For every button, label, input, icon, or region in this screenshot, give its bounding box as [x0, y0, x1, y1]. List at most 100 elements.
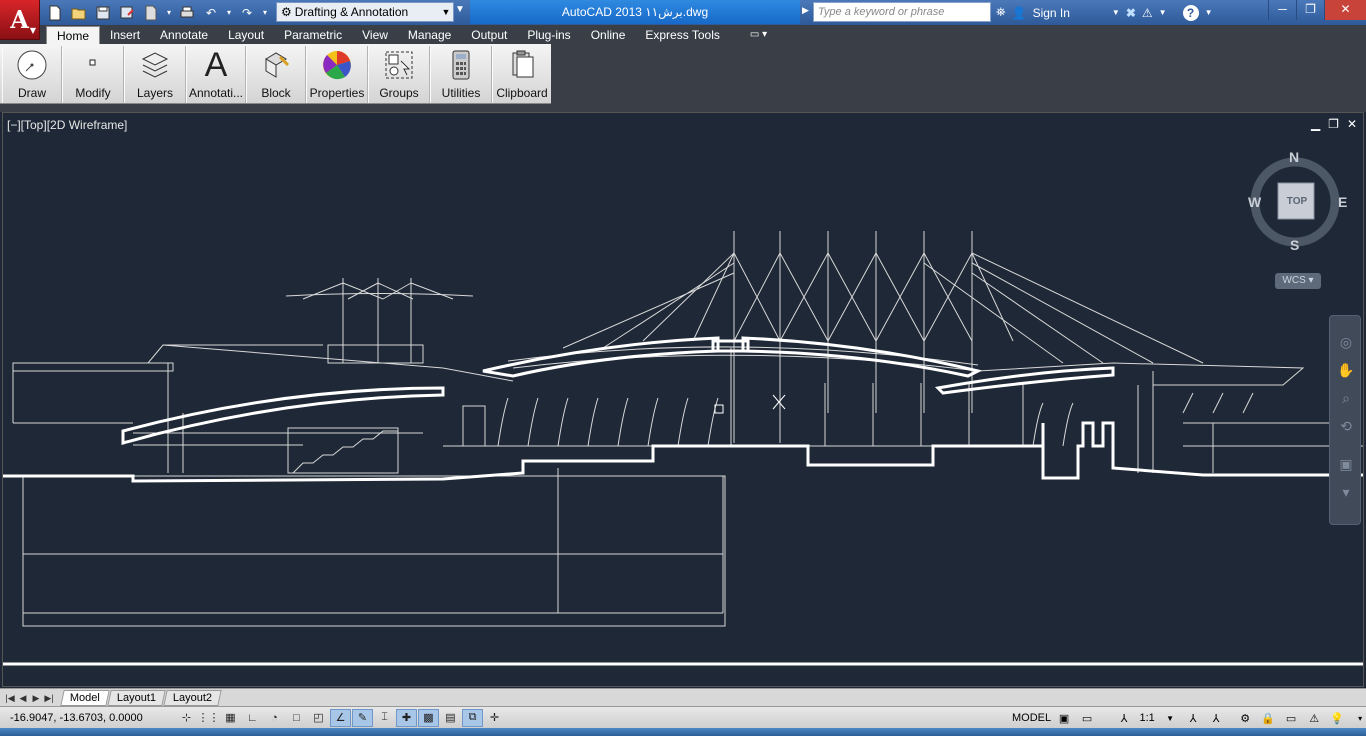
layout-tab-layout2[interactable]: Layout2: [163, 689, 222, 706]
first-tab-icon[interactable]: |◀: [4, 691, 16, 705]
tab-manage[interactable]: Manage: [398, 26, 461, 44]
snap-mode-icon[interactable]: ⋮⋮: [198, 709, 220, 727]
chevron-down-icon[interactable]: ▾: [164, 3, 174, 23]
search-input[interactable]: Type a keyword or phrase: [813, 2, 991, 22]
close-icon[interactable]: ✕: [1347, 117, 1357, 131]
zoom-icon[interactable]: ⌕: [1330, 384, 1362, 412]
restore-icon[interactable]: ❐: [1328, 117, 1339, 131]
panel-utilities[interactable]: Utilities: [430, 46, 492, 103]
tab-insert[interactable]: Insert: [100, 26, 150, 44]
redo-icon[interactable]: ↷: [236, 3, 258, 23]
panel-layers[interactable]: Layers: [124, 46, 186, 103]
object-snap-tracking-icon[interactable]: ∠: [330, 708, 351, 727]
quick-view-drawings-icon[interactable]: ▭: [1077, 709, 1097, 727]
grid-icon[interactable]: ▦: [220, 709, 241, 727]
annotation-scale-icon[interactable]: ⅄: [1114, 709, 1134, 727]
chevron-down-icon[interactable]: ▼: [1160, 709, 1180, 727]
lock-icon[interactable]: 🔒: [1258, 709, 1278, 727]
polar-tracking-icon[interactable]: ◔: [264, 709, 285, 727]
maximize-icon[interactable]: ❐: [1296, 0, 1324, 20]
chevron-down-icon[interactable]: ▼: [1112, 8, 1120, 17]
panel-groups[interactable]: Groups: [368, 46, 430, 103]
lineweight-icon[interactable]: ✚: [396, 708, 417, 727]
auto-scale-icon[interactable]: ⅄: [1206, 709, 1226, 727]
exchange-icon[interactable]: ✖: [1126, 6, 1136, 20]
panel-block[interactable]: Block: [246, 46, 306, 103]
object-snap-icon[interactable]: □: [286, 709, 307, 727]
publish-icon[interactable]: [140, 3, 162, 23]
annotation-visibility-icon[interactable]: ⅄: [1183, 709, 1203, 727]
application-menu-button[interactable]: A ▼: [0, 0, 40, 40]
drawing-viewport[interactable]: [−][Top][2D Wireframe] ▁ ❐ ✕ N S W E TOP…: [2, 112, 1364, 687]
minimize-icon[interactable]: ▁: [1311, 117, 1320, 131]
open-icon[interactable]: [68, 3, 90, 23]
tab-home[interactable]: Home: [46, 26, 101, 44]
isolate-objects-icon[interactable]: ⚠: [1304, 709, 1324, 727]
tab-layout[interactable]: Layout: [218, 26, 274, 44]
dynamic-input-icon[interactable]: ⌶: [374, 709, 395, 727]
tab-express-tools[interactable]: Express Tools: [635, 26, 729, 44]
chevron-down-icon[interactable]: ▼: [1159, 8, 1167, 17]
tab-parametric[interactable]: Parametric: [274, 26, 352, 44]
minimize-icon[interactable]: ─: [1268, 0, 1296, 20]
showmotion-icon[interactable]: ▣: [1330, 450, 1362, 478]
binoculars-icon[interactable]: ⛯: [996, 5, 1006, 20]
viewcube-east-label[interactable]: E: [1338, 194, 1347, 210]
tab-view[interactable]: View: [352, 26, 398, 44]
tab-online[interactable]: Online: [581, 26, 636, 44]
tab-output[interactable]: Output: [461, 26, 517, 44]
drawing-canvas[interactable]: [3, 113, 1364, 687]
tab-annotate[interactable]: Annotate: [150, 26, 218, 44]
chevron-down-icon[interactable]: ▾: [224, 3, 234, 23]
plot-icon[interactable]: [176, 3, 198, 23]
panel-draw[interactable]: Draw: [2, 46, 62, 103]
help-icon[interactable]: ?: [1182, 4, 1199, 21]
customize-qat-button[interactable]: ▼: [455, 4, 465, 15]
chevron-down-icon[interactable]: ▾: [260, 3, 270, 23]
chevron-down-icon[interactable]: ▼: [1205, 8, 1213, 17]
transparency-icon[interactable]: ▩: [418, 708, 439, 727]
user-icon[interactable]: 👤: [1012, 6, 1027, 20]
tab-plug-ins[interactable]: Plug-ins: [517, 26, 580, 44]
save-as-icon[interactable]: [116, 3, 138, 23]
chevron-down-icon[interactable]: ▾: [1330, 478, 1362, 506]
panel-modify[interactable]: Modify: [62, 46, 124, 103]
quick-properties-icon[interactable]: ▤: [440, 709, 461, 727]
viewcube-north-label[interactable]: N: [1289, 149, 1299, 165]
sign-in-button[interactable]: Sign In: [1033, 6, 1070, 20]
search-expand-icon[interactable]: ▶: [802, 5, 809, 16]
viewcube-top-face[interactable]: TOP: [1279, 196, 1315, 207]
quick-view-layouts-icon[interactable]: ▣: [1054, 709, 1074, 727]
undo-icon[interactable]: ↶: [200, 3, 222, 23]
chevron-down-icon[interactable]: ▾: [1350, 709, 1366, 727]
steeringwheel-icon[interactable]: ◎: [1330, 328, 1362, 356]
autodesk-360-icon[interactable]: ⚠: [1142, 6, 1153, 20]
lightbulb-icon[interactable]: 💡: [1327, 709, 1347, 727]
orbit-icon[interactable]: ⟲: [1330, 412, 1362, 440]
viewport-controls-label[interactable]: [−][Top][2D Wireframe]: [7, 118, 127, 132]
ucs-menu[interactable]: WCS ▾: [1275, 273, 1321, 289]
next-tab-icon[interactable]: ▶: [30, 691, 42, 705]
model-space-button[interactable]: MODEL: [1012, 709, 1051, 727]
selection-cycling-icon[interactable]: ⧉: [462, 708, 483, 727]
panel-annotation[interactable]: A Annotati...: [186, 46, 246, 103]
save-icon[interactable]: [92, 3, 114, 23]
annotation-monitor-icon[interactable]: ✛: [484, 709, 505, 727]
new-icon[interactable]: [44, 3, 66, 23]
coordinate-readout[interactable]: -16.9047, -13.6703, 0.0000: [0, 712, 176, 724]
workspace-switching-icon[interactable]: ⚙: [1235, 709, 1255, 727]
layout-tab-layout1[interactable]: Layout1: [107, 689, 166, 706]
panel-properties[interactable]: Properties: [306, 46, 368, 103]
panel-clipboard[interactable]: Clipboard: [492, 46, 552, 103]
ribbon-minimize-button[interactable]: ▭ ▾: [750, 26, 767, 44]
dynamic-ucs-icon[interactable]: ✎: [352, 708, 373, 727]
close-icon[interactable]: ✕: [1324, 0, 1366, 20]
3d-object-snap-icon[interactable]: ◰: [308, 709, 329, 727]
viewcube-south-label[interactable]: S: [1290, 237, 1299, 253]
viewcube[interactable]: N S W E TOP: [1245, 147, 1347, 257]
hardware-acceleration-icon[interactable]: ▭: [1281, 709, 1301, 727]
ortho-icon[interactable]: ∟: [242, 709, 263, 727]
viewcube-west-label[interactable]: W: [1248, 194, 1261, 210]
layout-tab-model[interactable]: Model: [60, 689, 110, 706]
workspace-dropdown[interactable]: ⚙ Drafting & Annotation ▼: [276, 2, 454, 22]
